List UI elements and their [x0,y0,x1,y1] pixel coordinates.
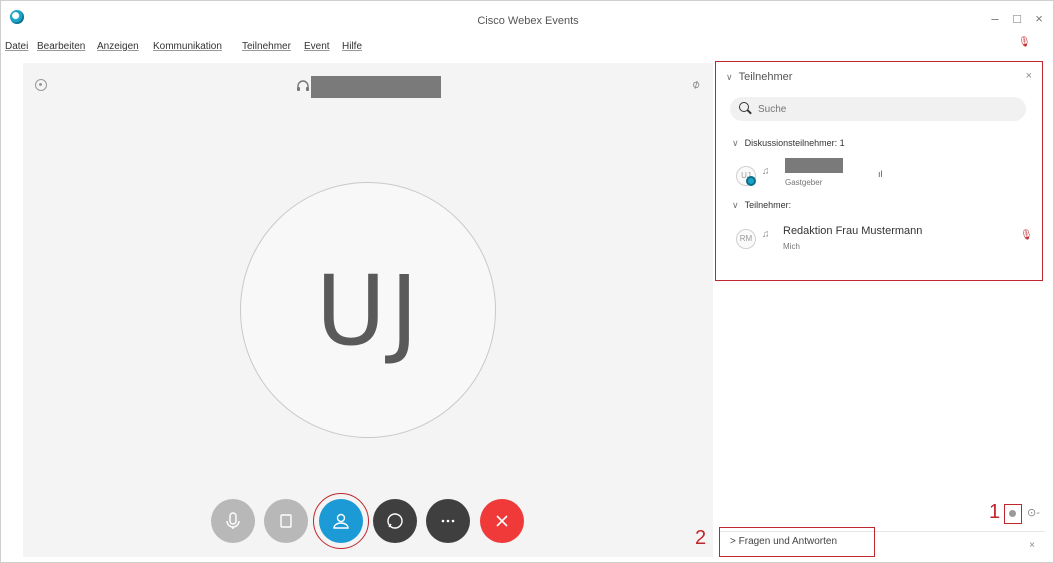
chevron-down-icon: ∨ [732,138,739,148]
close-panel-button[interactable]: × [1026,70,1032,82]
search-input[interactable] [758,101,1008,117]
headset-icon: ♫ [762,229,770,240]
maximize-button[interactable]: □ [1007,11,1027,26]
speaker-avatar: UJ [240,182,496,438]
camera-icon [280,514,292,528]
video-button[interactable] [264,499,308,543]
participants-button[interactable] [319,499,363,543]
close-icon [496,515,508,527]
pin-icon[interactable]: ⌀ [689,76,702,92]
video-stage: ⌀ UJ [23,63,713,557]
webex-badge-icon [746,176,756,186]
attendees-label: Teilnehmer: [744,200,792,210]
menu-teilnehmer[interactable]: Teilnehmer [242,41,291,52]
close-window-button[interactable]: × [1029,11,1049,26]
menu-hilfe[interactable]: Hilfe [342,41,362,52]
menu-event[interactable]: Event [304,41,330,52]
menu-datei[interactable]: Datei [5,41,28,52]
close-qa-button[interactable]: × [1029,540,1035,551]
panelists-label: Diskussionsteilnehmer: 1 [744,138,845,148]
panelists-group-header[interactable]: ∨ Diskussionsteilnehmer: 1 [732,138,845,149]
menu-kommunikation[interactable]: Kommunikation [153,41,222,52]
chat-button[interactable] [373,499,417,543]
signal-strength-icon: ıl [878,169,883,179]
title-bar: Cisco Webex Events – □ × [1,1,1054,37]
search-icon [739,102,749,112]
more-options-button[interactable] [426,499,470,543]
chat-bubble-icon[interactable]: ⊙- [1027,506,1040,519]
headset-icon: ♫ [762,166,770,177]
attendees-group-header[interactable]: ∨ Teilnehmer: [732,200,791,211]
muted-mic-icon: 🎙 [1018,37,1031,48]
menu-anzeigen[interactable]: Anzeigen [97,41,139,52]
annotation-number: 2 [695,527,707,549]
person-icon [333,513,349,529]
menu-bearbeiten[interactable]: Bearbeiten [37,41,85,52]
chat-bubble-icon [387,513,403,529]
chevron-down-icon: ∨ [726,72,733,82]
qa-label-text: Fragen und Antworten [738,536,838,547]
attendee-role: Mich [783,242,800,251]
ellipsis-icon [441,519,455,523]
avatar: RM [736,229,756,249]
qa-panel-header[interactable]: > Fragen und Antworten [719,527,875,557]
search-box[interactable] [730,97,1026,121]
qa-label: > Fragen und Antworten [730,536,837,547]
participants-panel-title: Teilnehmer [738,71,793,83]
participants-panel: ∨Teilnehmer × ∨Diskussionsteilnehmer: 1 … [715,61,1043,281]
chevron-right-icon: > [730,536,739,547]
window-title: Cisco Webex Events [477,15,579,27]
microphone-icon [226,512,240,529]
panel-options-button[interactable] [1004,504,1022,524]
muted-mic-icon[interactable]: 🎙 [1020,230,1033,241]
layout-icon[interactable] [35,79,47,91]
mute-button[interactable] [211,499,255,543]
chevron-down-icon: ∨ [732,200,739,210]
leave-meeting-button[interactable] [480,499,524,543]
redacted-name [785,158,843,173]
webex-window: Cisco Webex Events – □ × 🎙 Datei Bearbei… [0,0,1054,563]
minimize-button[interactable]: – [985,11,1005,26]
avatar-initials: UJ [315,255,423,367]
headset-icon [297,80,309,91]
annotation-number: 1 [989,501,1001,523]
attendee-name: Redaktion Frau Mustermann [783,225,923,237]
participants-panel-header[interactable]: ∨ Teilnehmer [726,71,792,83]
panelist-role: Gastgeber [785,178,823,187]
redacted-name [311,76,441,98]
